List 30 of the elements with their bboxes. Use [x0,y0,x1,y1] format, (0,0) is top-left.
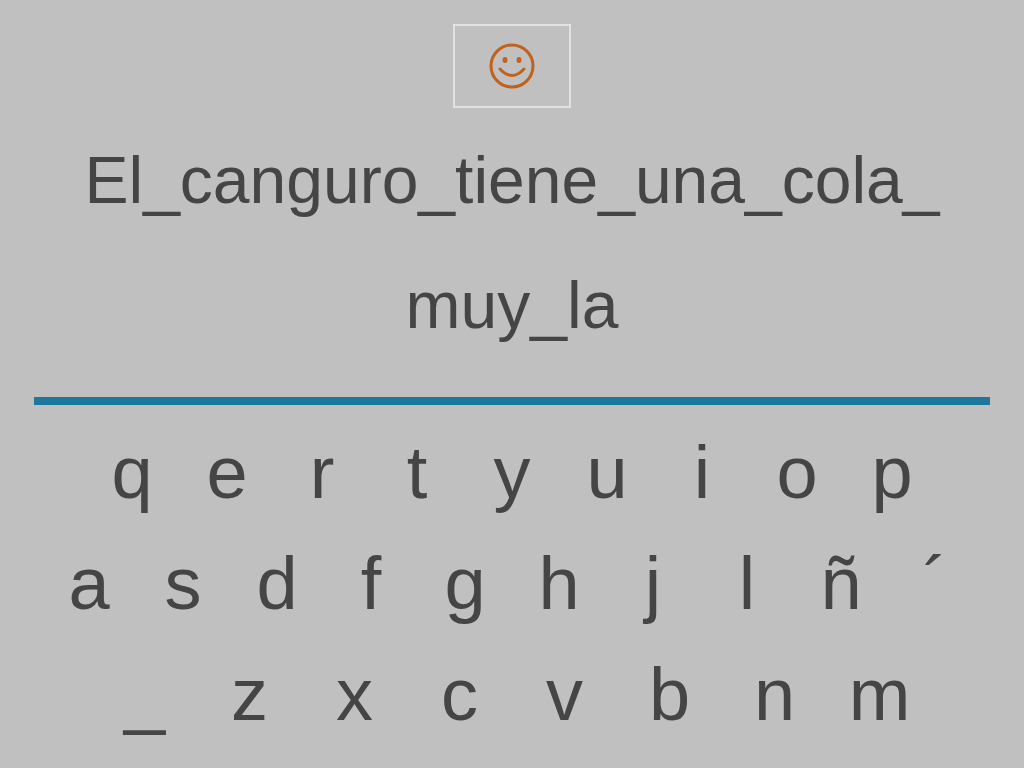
letter-key[interactable]: x [302,644,407,745]
letter-key[interactable]: e [179,422,275,523]
letter-key[interactable]: g [418,533,512,634]
sentence-text: muy_la [405,267,619,344]
letter-key[interactable]: r [274,422,370,523]
letter-key[interactable]: i [654,422,750,523]
letter-key[interactable]: j [606,533,700,634]
letter-key[interactable]: q [84,422,180,523]
letter-key[interactable]: h [512,533,606,634]
letter-key[interactable]: y [464,422,560,523]
letter-key[interactable]: b [617,644,722,745]
letter-key[interactable]: p [844,422,940,523]
letter-key[interactable]: z [197,644,302,745]
letter-key[interactable]: m [827,644,932,745]
letter-key[interactable]: d [230,533,324,634]
letter-key[interactable]: t [369,422,465,523]
sentence-text: El_canguro_tiene_una_cola_ [84,142,940,219]
letter-key[interactable]: ´ [888,533,982,634]
letter-key[interactable]: o [749,422,845,523]
letter-key[interactable]: a [42,533,136,634]
letter-key[interactable]: f [324,533,418,634]
smiley-icon [488,42,536,90]
letter-key[interactable]: u [559,422,655,523]
letter-key[interactable]: s [136,533,230,634]
letter-key[interactable]: n [722,644,827,745]
letter-key[interactable]: _ [92,644,197,745]
letter-key[interactable]: v [512,644,617,745]
letter-key[interactable]: ñ [794,533,888,634]
letter-key[interactable]: c [407,644,512,745]
letter-key[interactable]: l [700,533,794,634]
